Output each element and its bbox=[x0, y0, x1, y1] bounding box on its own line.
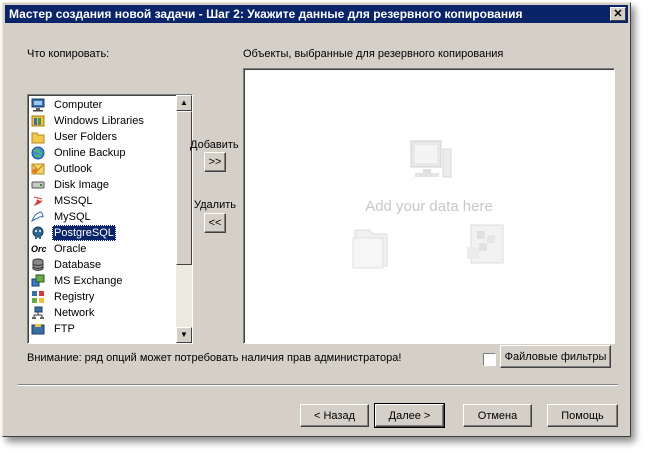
libraries-icon bbox=[31, 114, 45, 128]
database-icon bbox=[31, 258, 45, 272]
list-item-label: Disk Image bbox=[54, 179, 110, 191]
close-button[interactable]: ✕ bbox=[610, 7, 626, 21]
source-listbox[interactable]: Computer Windows Libraries User Folders … bbox=[27, 94, 193, 344]
mssql-icon bbox=[31, 194, 45, 208]
list-item-label: Windows Libraries bbox=[54, 115, 144, 127]
file-filters-label: Файловые фильтры bbox=[504, 350, 607, 363]
back-button-label: < Назад bbox=[314, 409, 355, 422]
list-item-computer[interactable]: Computer bbox=[30, 97, 174, 113]
list-item-label: Oracle bbox=[54, 243, 87, 255]
list-item-database[interactable]: Database bbox=[30, 257, 174, 273]
oracle-icon: Orc bbox=[31, 244, 47, 254]
list-item-mssql[interactable]: MSSQL bbox=[30, 193, 174, 209]
file-filters-checkbox[interactable] bbox=[483, 353, 496, 366]
selection-label: Объекты, выбранные для резервного копиро… bbox=[243, 48, 504, 60]
scroll-thumb[interactable] bbox=[176, 111, 192, 265]
list-item-label: Outlook bbox=[54, 163, 92, 175]
folder-watermark-icon bbox=[351, 226, 391, 273]
list-item-label: Computer bbox=[54, 99, 103, 111]
list-item-label: MS Exchange bbox=[54, 275, 123, 287]
list-item-label: Registry bbox=[54, 291, 95, 303]
source-label: Что копировать: bbox=[27, 48, 110, 60]
help-button-label: Помощь bbox=[561, 409, 604, 422]
window-title: Мастер создания новой задачи - Шаг 2: Ук… bbox=[9, 7, 523, 21]
list-item-label: MSSQL bbox=[54, 195, 93, 207]
help-button[interactable]: Помощь bbox=[547, 404, 618, 427]
list-item-network[interactable]: Network bbox=[30, 305, 174, 321]
list-item-disk-image[interactable]: Disk Image bbox=[30, 177, 174, 193]
exchange-icon bbox=[31, 274, 45, 288]
network-icon bbox=[31, 306, 45, 320]
remove-label: Удалить bbox=[194, 199, 236, 211]
disk-icon bbox=[31, 178, 45, 192]
next-button[interactable]: Далее > bbox=[374, 403, 445, 428]
next-button-label: Далее > bbox=[388, 409, 431, 422]
list-item-outlook[interactable]: Outlook bbox=[30, 161, 174, 177]
list-item-postgresql[interactable]: PostgreSQL bbox=[30, 225, 174, 241]
list-item-ms-exchange[interactable]: MS Exchange bbox=[30, 273, 174, 289]
scroll-up-button[interactable]: ▲ bbox=[176, 95, 192, 111]
list-item-registry[interactable]: Registry bbox=[30, 289, 174, 305]
files-watermark-icon bbox=[463, 221, 509, 270]
list-item-oracle[interactable]: Orc Oracle bbox=[30, 241, 174, 257]
remove-button[interactable]: << bbox=[204, 213, 226, 233]
remove-button-label: << bbox=[208, 217, 222, 229]
list-item-label: FTP bbox=[54, 323, 75, 335]
drop-placeholder: Add your data here bbox=[365, 198, 493, 215]
list-item-user-folders[interactable]: User Folders bbox=[30, 129, 174, 145]
list-item-label: MySQL bbox=[54, 211, 91, 223]
wizard-window: Мастер создания новой задачи - Шаг 2: Ук… bbox=[2, 2, 631, 437]
admin-warning: Внимание: ряд опций может потребовать на… bbox=[27, 352, 402, 364]
outlook-icon bbox=[31, 162, 45, 176]
list-item-mysql[interactable]: MySQL bbox=[30, 209, 174, 225]
mysql-icon bbox=[30, 210, 45, 224]
cancel-button[interactable]: Отмена bbox=[463, 404, 532, 427]
list-item-ftp[interactable]: FTP bbox=[30, 321, 174, 337]
list-item-label: Database bbox=[54, 259, 102, 271]
file-filters-button[interactable]: Файловые фильтры bbox=[500, 345, 611, 368]
list-item-label: Online Backup bbox=[54, 147, 126, 159]
computer-watermark-icon bbox=[409, 139, 453, 184]
globe-icon bbox=[31, 146, 45, 160]
add-label: Добавить bbox=[190, 139, 239, 151]
add-button[interactable]: >> bbox=[204, 152, 226, 172]
back-button[interactable]: < Назад bbox=[300, 404, 369, 427]
cancel-button-label: Отмена bbox=[477, 409, 518, 422]
footer-separator bbox=[18, 384, 618, 386]
add-button-label: >> bbox=[208, 156, 222, 168]
folder-icon bbox=[31, 130, 45, 144]
title-bar[interactable]: Мастер создания новой задачи - Шаг 2: Ук… bbox=[5, 5, 628, 23]
list-item-label: Network bbox=[54, 307, 95, 319]
list-item-label: PostgreSQL bbox=[52, 225, 116, 241]
source-list-scrollbar[interactable]: ▲ ▼ bbox=[176, 95, 192, 343]
registry-icon bbox=[31, 290, 45, 304]
scroll-down-button[interactable]: ▼ bbox=[176, 327, 192, 343]
ftp-icon bbox=[31, 322, 45, 336]
postgresql-icon bbox=[31, 226, 45, 240]
list-item-windows-libraries[interactable]: Windows Libraries bbox=[30, 113, 174, 129]
computer-icon bbox=[31, 98, 45, 112]
selected-objects-area[interactable]: Add your data here bbox=[243, 68, 615, 344]
list-item-online-backup[interactable]: Online Backup bbox=[30, 145, 174, 161]
source-items: Computer Windows Libraries User Folders … bbox=[30, 97, 174, 337]
list-item-label: User Folders bbox=[54, 131, 117, 143]
